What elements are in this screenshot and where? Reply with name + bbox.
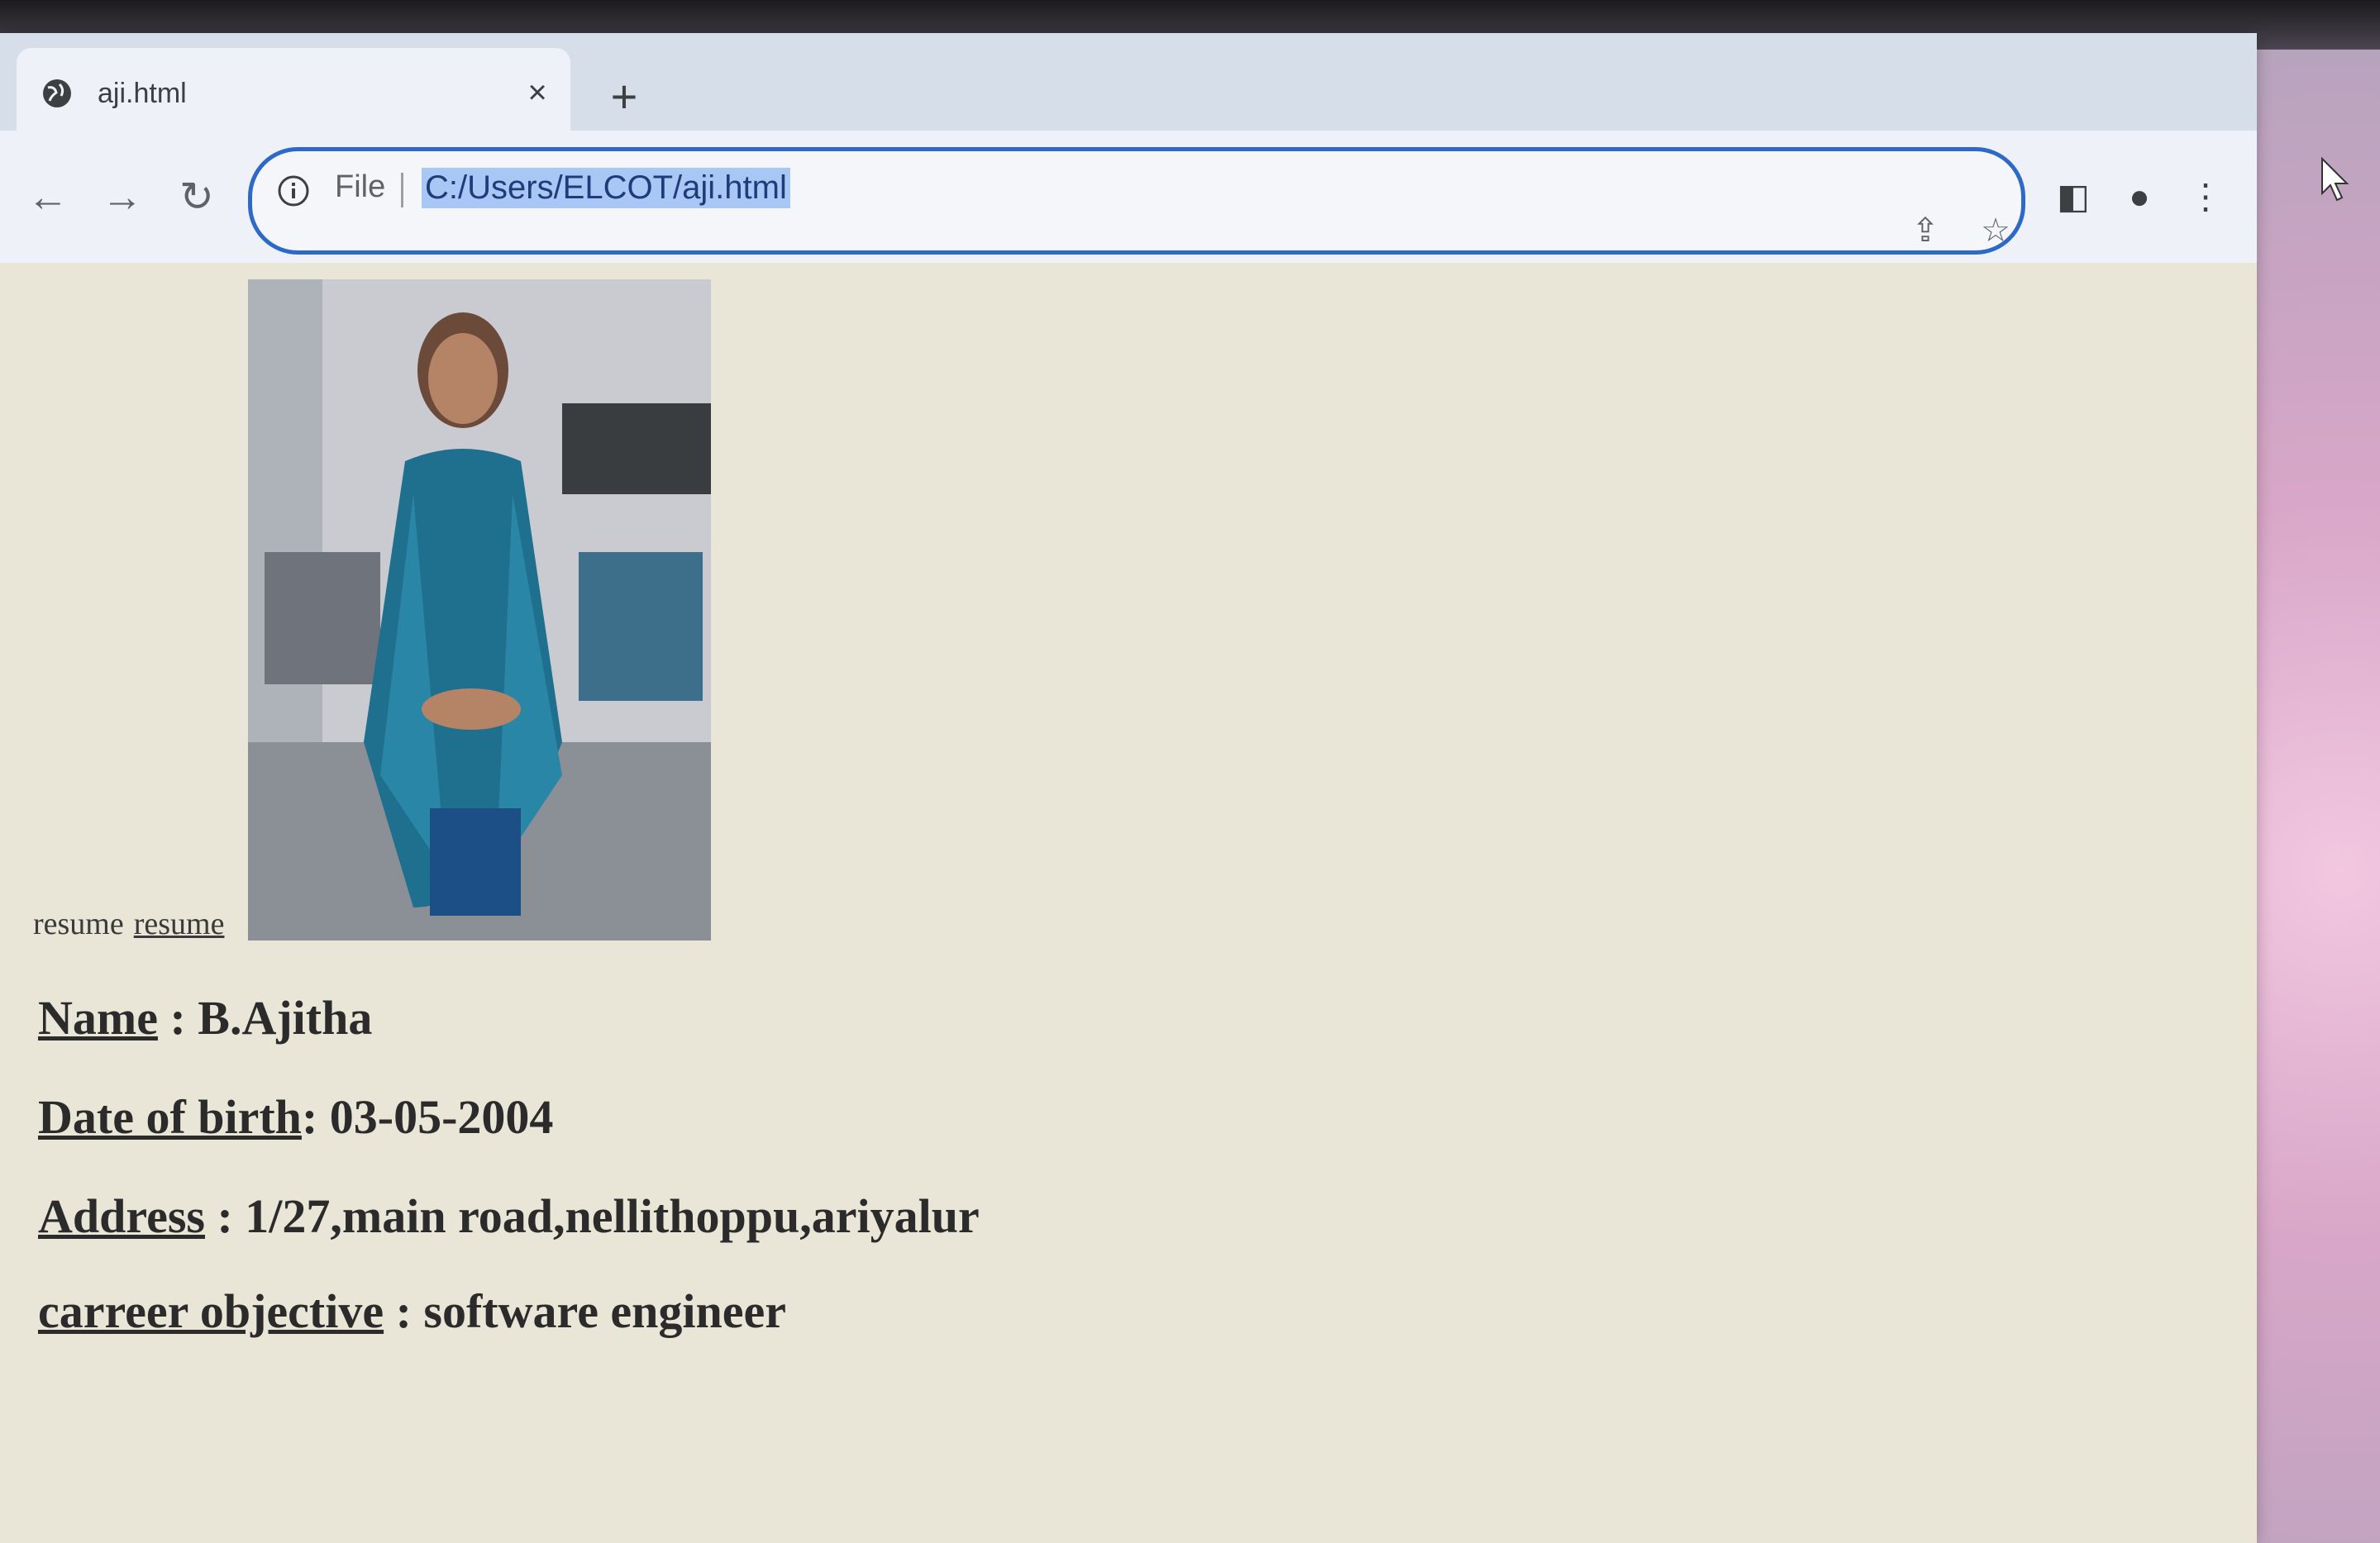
name-label: Name <box>38 991 158 1045</box>
tab-close-icon[interactable]: × <box>519 74 556 111</box>
resume-line: resume resume <box>33 906 224 942</box>
new-tab-button[interactable]: + <box>603 74 645 120</box>
address-bar[interactable]: File C:/Users/ELCOT/aji.html ⇪ ☆ <box>248 147 2025 255</box>
name-row: Name : B.Ajitha <box>38 990 372 1045</box>
dob-label: Date of birth <box>38 1090 302 1144</box>
back-arrow-icon[interactable]: ← <box>23 172 73 221</box>
objective-value: : software engineer <box>384 1284 787 1338</box>
side-panel-icon[interactable]: ◧ <box>2050 174 2096 220</box>
resume-text: resume <box>33 907 124 941</box>
forward-arrow-icon[interactable]: → <box>98 172 147 221</box>
resume-link[interactable]: resume <box>134 907 225 941</box>
address-row: Address : 1/27,main road,nellithoppu,ari… <box>38 1188 980 1244</box>
tab-title: aji.html <box>98 78 187 109</box>
desktop-background <box>2249 50 2380 1543</box>
scheme-label: File <box>335 169 386 204</box>
tab-strip: aji.html × + <box>0 33 2257 131</box>
tab-aji-html[interactable]: aji.html × <box>17 48 570 131</box>
name-value: : B.Ajitha <box>157 991 373 1045</box>
dob-row: Date of birth: 03-05-2004 <box>38 1089 553 1145</box>
browser-window: aji.html × + ⌄ – ☐ ✕ ← → ↻ File C:/Users… <box>0 33 2257 1543</box>
bookmark-star-icon[interactable]: ☆ <box>1976 211 2015 250</box>
share-icon[interactable]: ⇪ <box>1905 211 1945 250</box>
reload-icon[interactable]: ↻ <box>172 172 222 221</box>
globe-icon <box>43 79 71 107</box>
objective-row: carreer objective : software engineer <box>38 1283 786 1339</box>
address-label: Address <box>38 1189 205 1243</box>
mouse-cursor-icon <box>2321 157 2349 202</box>
info-icon[interactable] <box>277 174 310 207</box>
page-viewport: resume resume Name : B.Ajitha Date of bir… <box>0 263 2257 1543</box>
url-text[interactable]: C:/Users/ELCOT/aji.html <box>422 168 790 208</box>
objective-label: carreer objective <box>38 1284 384 1338</box>
profile-photo <box>248 279 711 941</box>
address-value: : 1/27,main road,nellithoppu,ariyalur <box>204 1189 980 1243</box>
toolbar: ← → ↻ File C:/Users/ELCOT/aji.html ⇪ ☆ <box>0 131 2257 263</box>
profile-avatar-icon[interactable]: ● <box>2116 174 2163 220</box>
menu-kebab-icon[interactable]: ⋮ <box>2182 174 2229 220</box>
omnibox-separator <box>401 173 403 207</box>
dob-value: : 03-05-2004 <box>301 1090 554 1144</box>
